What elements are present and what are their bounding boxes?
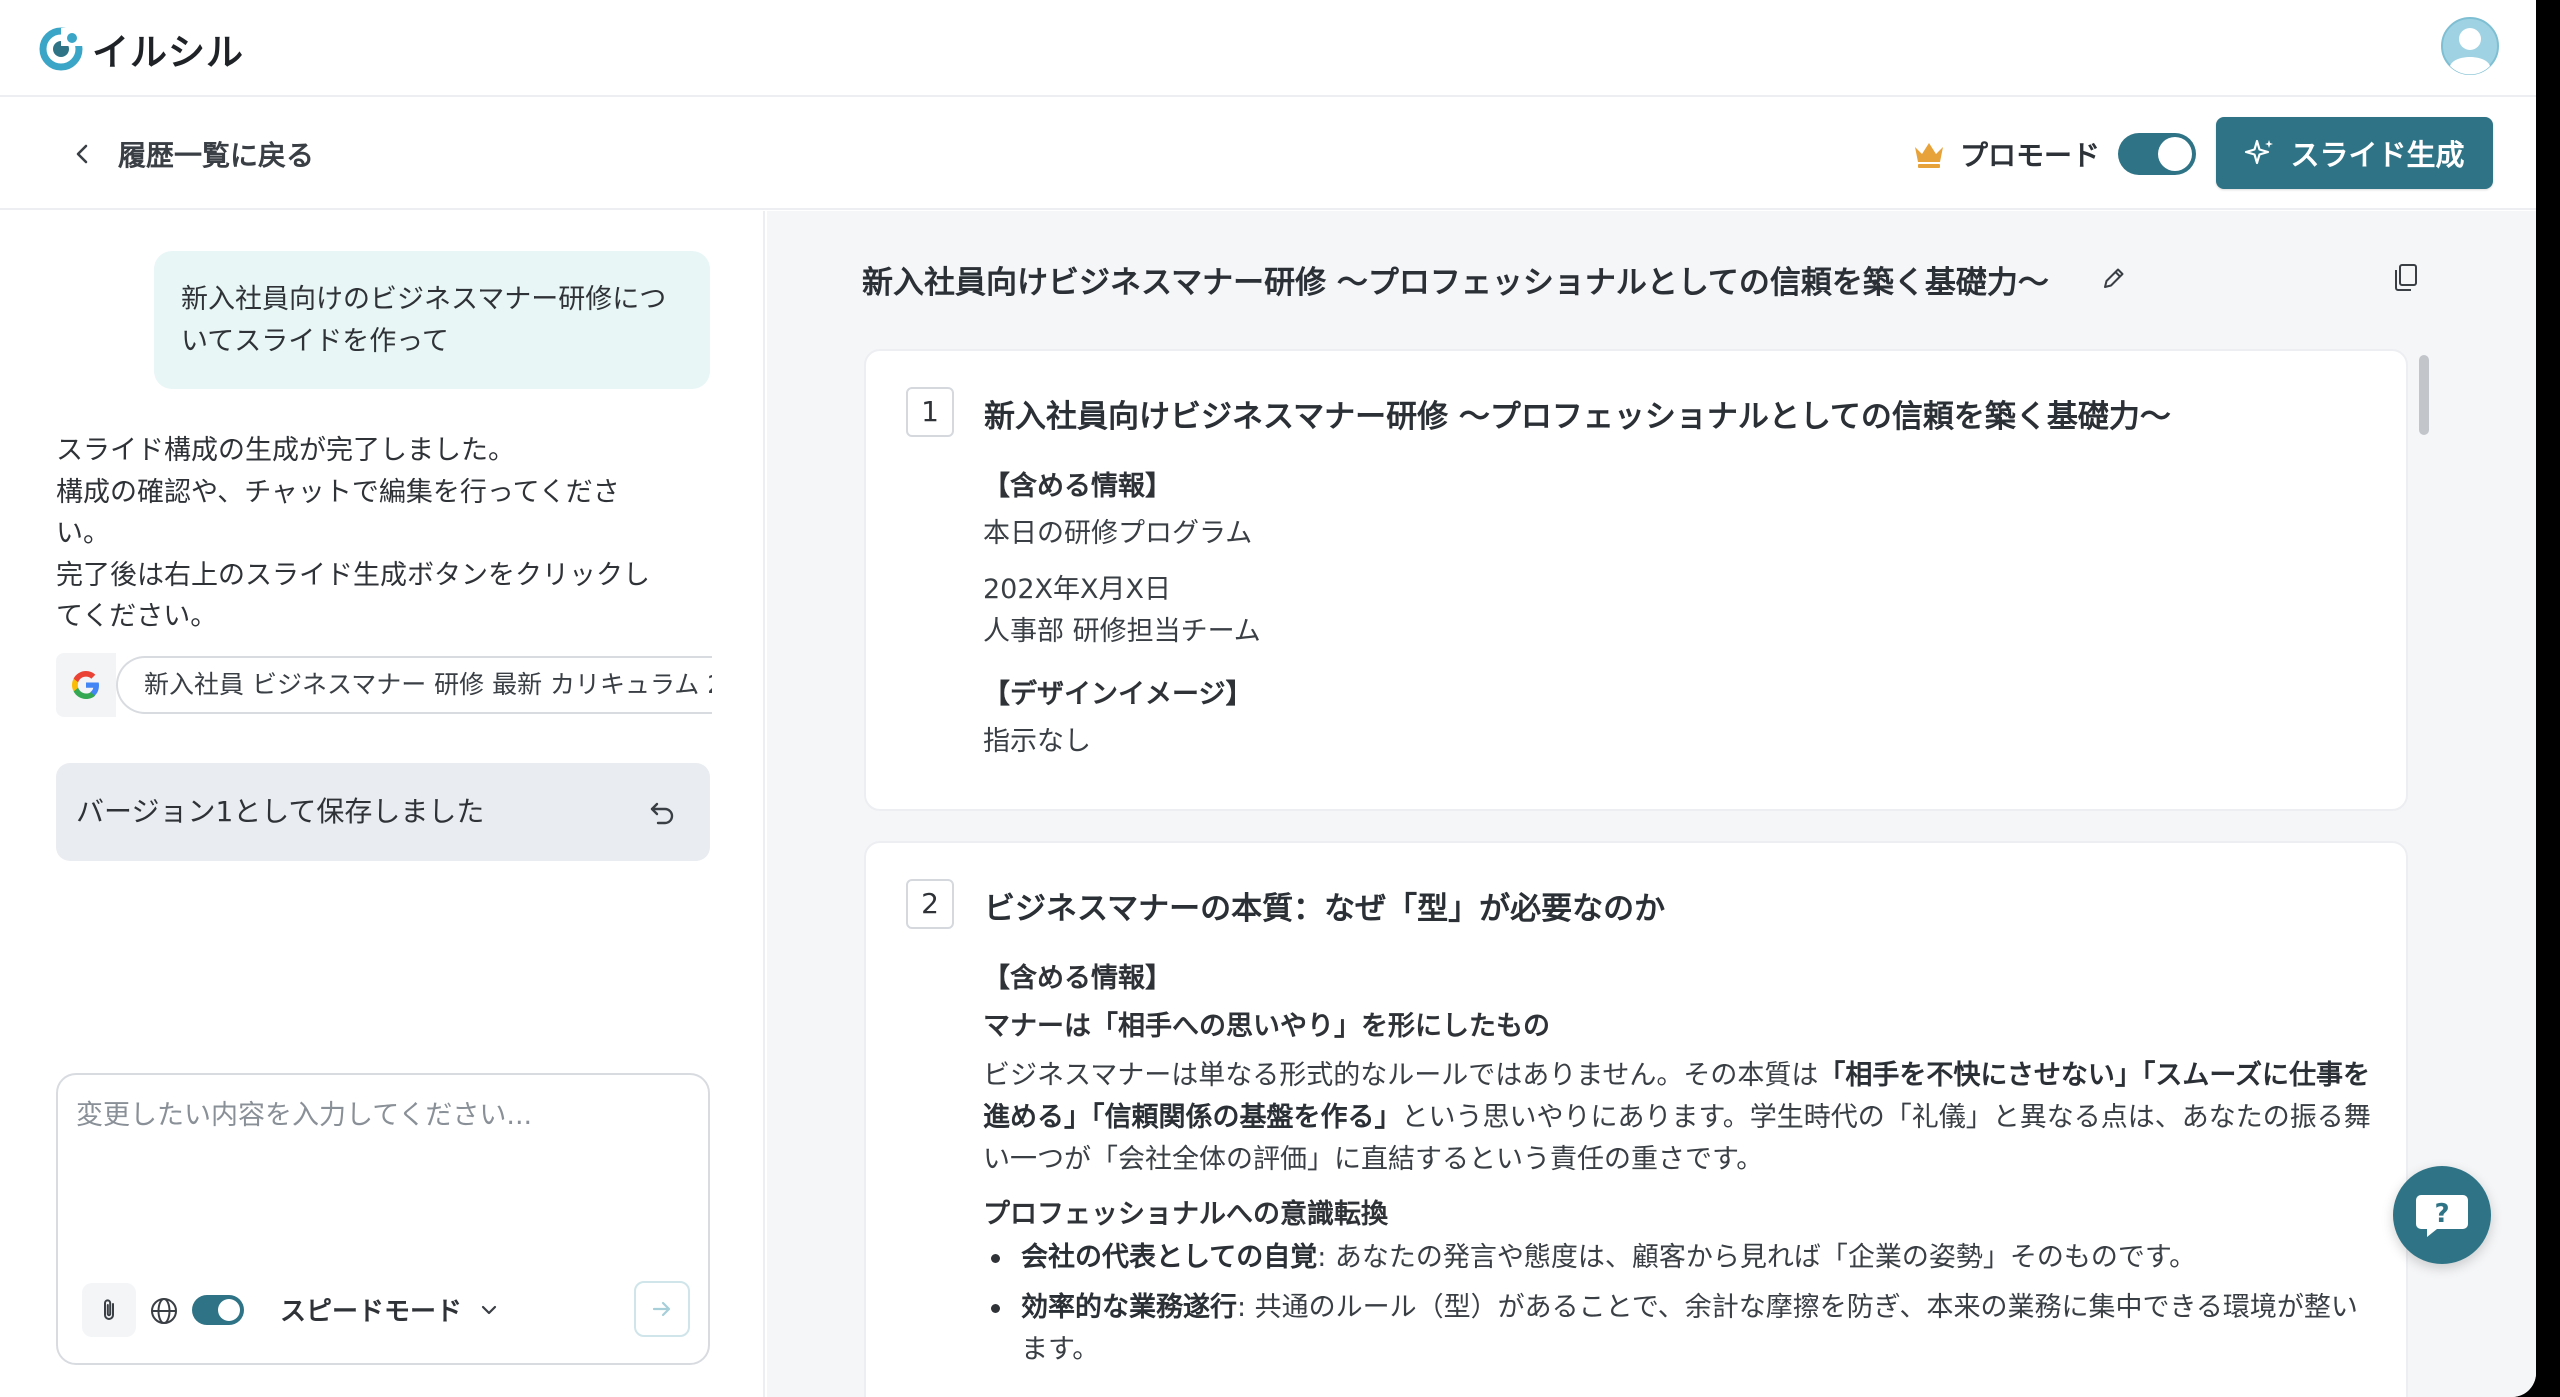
document-title: 新入社員向けビジネスマナー研修 〜プロフェッショナルとしての信頼を築く基礎力〜 [862,265,2049,301]
assistant-message-line: 完了後は右上のスライド生成ボタンをクリックし [56,559,650,591]
paperclip-icon [104,1299,114,1320]
info-line: 本日の研修プログラム [983,518,1253,549]
design-text: 指示なし [983,726,1091,757]
slide-title: ビジネスマナーの本質：なぜ「型」が必要なのか [984,891,1666,927]
generate-slides-button[interactable]: スライド生成 [2216,117,2493,189]
bullet-item: 会社の代表としての自覚: あなたの発言や態度は、顧客から見れば「企業の姿勢」その… [983,1237,2373,1279]
paragraph-text: ビジネスマナーは単なる形式的なルールではありません。その本質は [983,1060,1819,1091]
app-logo[interactable]: イルシル [38,22,244,76]
pro-mode-control: プロモード [1912,127,2197,181]
bullet-item: 効率的な業務遂行: 共通のルール（型）があることで、余計な摩擦を防ぎ、本来の業務… [983,1287,2373,1371]
pro-mode-label: プロモード [1960,139,2101,172]
slide-title: 新入社員向けビジネスマナー研修 〜プロフェッショナルとしての信頼を築く基礎力〜 [984,399,2171,435]
generate-slides-label: スライド生成 [2290,138,2465,172]
content-subheading: マナーは「相手への思いやり」を形にしたもの [983,1011,1550,1042]
bullet-list: 会社の代表としての自覚: あなたの発言や態度は、顧客から見れば「企業の姿勢」その… [983,1237,2373,1371]
user-message-bubble: 新入社員向けのビジネスマナー研修についてスライドを作って [154,251,710,389]
slide-outline-panel: 新入社員向けビジネスマナー研修 〜プロフェッショナルとしての信頼を築く基礎力〜 … [767,211,2536,1397]
search-query-text: 新入社員 ビジネスマナー 研修 最新 カリキュラム 2 [116,656,712,714]
assistant-message: スライド構成の生成が完了しました。 構成の確認や、チャットで編集を行ってくださ … [56,430,716,638]
help-chat-button[interactable]: ? [2393,1166,2491,1264]
sparkle-icon [2245,139,2274,165]
slide-number: 2 [906,879,954,929]
pencil-icon[interactable] [2099,263,2129,293]
version-saved-label: バージョン1として保存しました [76,795,485,828]
assistant-message-line: い。 [56,518,110,549]
mode-selector[interactable]: スピードモード [280,1291,500,1328]
undo-icon[interactable] [648,798,676,826]
google-icon [72,671,99,699]
content-subheading: プロフェッショナルへの意識転換 [983,1199,1388,1230]
globe-icon[interactable] [148,1295,180,1327]
crown-icon [1915,143,1943,168]
chevron-left-icon [76,144,88,164]
info-section-label: 【含める情報】 [983,963,1172,994]
mode-label: スピードモード [280,1297,463,1327]
bullet-text: : あなたの発言や態度は、顧客から見れば「企業の姿勢」そのものです。 [1317,1242,2197,1273]
slide-card[interactable]: 2 ビジネスマナーの本質：なぜ「型」が必要なのか 【含める情報】 マナーは「相手… [864,841,2408,1397]
design-section-label: 【デザインイメージ】 [983,679,1253,710]
assistant-message-line: スライド構成の生成が完了しました。 [56,435,515,466]
arrow-right-icon [652,1301,671,1317]
chat-input-field[interactable] [76,1093,686,1233]
slide-number: 1 [906,387,954,437]
chevron-down-icon [481,1305,497,1314]
back-label: 履歴一覧に戻る [118,139,315,172]
sub-header: 履歴一覧に戻る プロモード スライド生成 [0,99,2536,210]
assistant-message-line: 構成の確認や、チャットで編集を行ってくださ [56,476,620,508]
info-line: 202X年X月X日 [983,574,1172,605]
chat-input-box: スピードモード [56,1073,710,1365]
slide-content: 【含める情報】 マナーは「相手への思いやり」を形にしたもの ビジネスマナーは単な… [983,953,2373,1379]
info-section-label: 【含める情報】 [983,471,1172,502]
copy-icon[interactable] [2391,261,2421,293]
google-icon-box [56,653,116,717]
toggle-knob [218,1299,240,1321]
slide-card[interactable]: 1 新入社員向けビジネスマナー研修 〜プロフェッショナルとしての信頼を築く基礎力… [864,349,2408,811]
back-to-history-link[interactable]: 履歴一覧に戻る [70,129,314,179]
pro-mode-toggle[interactable] [2118,133,2197,175]
app-name: イルシル [92,31,244,74]
bullet-term: 効率的な業務遂行 [1021,1292,1237,1323]
toggle-knob [2158,137,2193,171]
help-question-icon: ? [2416,1195,2468,1237]
bullet-term: 会社の代表としての自覚 [1021,1242,1318,1273]
attach-file-button[interactable] [82,1283,136,1337]
web-search-result[interactable]: 新入社員 ビジネスマナー 研修 最新 カリキュラム 2 [56,653,712,717]
send-button[interactable] [634,1281,690,1337]
top-bar: イルシル [0,0,2536,97]
content-paragraph: ビジネスマナーは単なる形式的なルールではありません。その本質は「相手を不快にさせ… [983,1055,2373,1181]
logo-mark-icon [39,27,83,71]
app-window: イルシル 履歴一覧に戻る プロモード スライド生成 新入社員向けのビジネスマナー… [0,0,2536,1397]
assistant-message-line: てください。 [56,601,218,632]
slide-content: 【含める情報】 本日の研修プログラム 202X年X月X日 人事部 研修担当チーム… [983,461,2373,763]
version-saved-notice: バージョン1として保存しました [56,763,710,861]
user-avatar-icon[interactable] [2440,16,2500,76]
svg-text:?: ? [2434,1199,2449,1229]
info-line: 人事部 研修担当チーム [983,616,1261,647]
chat-panel: 新入社員向けのビジネスマナー研修についてスライドを作って スライド構成の生成が完… [0,211,765,1397]
web-search-toggle[interactable] [192,1295,244,1325]
scrollbar-thumb[interactable] [2419,355,2429,435]
